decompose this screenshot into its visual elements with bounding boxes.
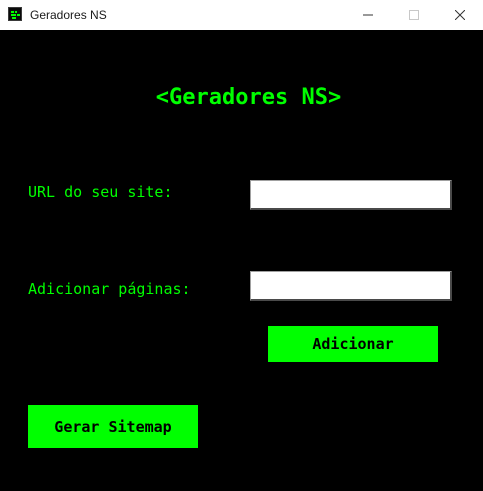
close-button[interactable] (437, 0, 483, 30)
pages-label: Adicionar páginas: (28, 280, 191, 298)
maximize-icon (409, 10, 419, 20)
title-bar[interactable]: Geradores NS (0, 0, 483, 30)
minimize-button[interactable] (345, 0, 391, 30)
close-icon (455, 10, 465, 20)
pages-input[interactable] (250, 271, 452, 301)
add-button[interactable]: Adicionar (268, 326, 438, 362)
page-title: <Geradores NS> (155, 85, 342, 110)
url-input[interactable] (250, 180, 452, 210)
maximize-button[interactable] (391, 0, 437, 30)
app-window: Geradores NS <Geradores NS> URL do seu s… (0, 0, 483, 491)
generate-sitemap-button[interactable]: Gerar Sitemap (28, 405, 198, 448)
terminal-icon (8, 7, 22, 21)
window-title: Geradores NS (30, 8, 107, 22)
url-label: URL do seu site: (28, 183, 173, 201)
minimize-icon (363, 14, 373, 16)
